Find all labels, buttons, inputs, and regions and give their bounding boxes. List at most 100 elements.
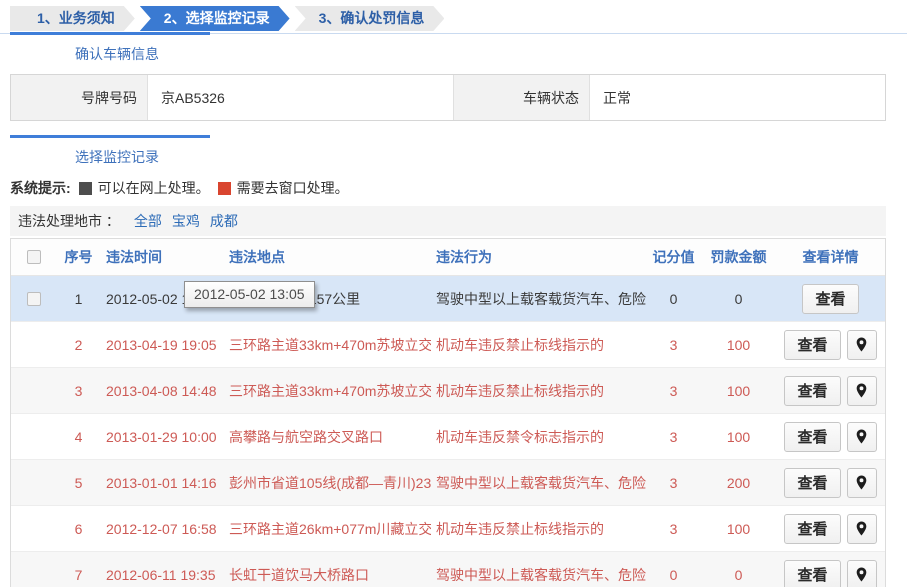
view-button[interactable]: 查看 [784,376,840,406]
cell-fine: 0 [701,291,776,307]
cell-fine: 100 [701,383,776,399]
cell-location: 三环路主道33km+470m苏坡立交... [223,335,431,355]
cell-location: 三环路主道26km+077m川藏立交... [223,519,431,539]
map-pin-icon [855,475,868,490]
table-row: 1 2012-05-02 1 2157公里 驾驶中型以上载客载货汽车、危险...… [11,276,885,322]
cell-time: 2013-01-01 14:16 [101,475,223,491]
table-row: 2 2013-04-19 19:05 三环路主道33km+470m苏坡立交...… [11,322,885,368]
header-seq: 序号 [56,247,101,267]
cell-time: 2012-12-07 16:58 [101,521,223,537]
cell-fine: 100 [701,521,776,537]
cell-time: 2012-06-11 19:35 [101,567,223,583]
map-pin-icon [855,383,868,398]
step-2-select-records[interactable]: 2、选择监控记录 [140,6,290,31]
window-process-hint: 需要去窗口处理。 [237,178,349,198]
system-hint-row: 系统提示: 可以在网上处理。 需要去窗口处理。 [0,177,907,206]
map-pin-icon [855,337,868,352]
header-fine: 罚款金额 [701,247,776,267]
select-all-checkbox[interactable] [27,250,41,264]
table-header-row: 序号 违法时间 违法地点 违法行为 记分值 罚款金额 查看详情 [11,239,885,276]
city-filter-chengdu[interactable]: 成都 [210,211,238,231]
time-tooltip: 2012-05-02 13:05 [184,281,315,308]
cell-fine: 100 [701,337,776,353]
city-filter-label: 违法处理地市 ： [18,211,120,231]
view-button[interactable]: 查看 [802,284,858,314]
map-pin-icon [855,429,868,444]
header-time: 违法时间 [101,247,223,267]
cell-time: 2013-04-08 14:48 [101,383,223,399]
online-process-hint: 可以在网上处理。 [98,178,210,198]
cell-points: 3 [646,521,701,537]
map-pin-button[interactable] [847,560,877,587]
header-behavior: 违法行为 [431,247,646,267]
map-pin-button[interactable] [847,330,877,360]
map-pin-button[interactable] [847,422,877,452]
table-row: 3 2013-04-08 14:48 三环路主道33km+470m苏坡立交...… [11,368,885,414]
cell-points: 3 [646,429,701,445]
city-filter-bar: 违法处理地市 ： 全部 宝鸡 成都 [10,206,886,236]
city-filter-all[interactable]: 全部 [134,211,162,231]
cell-seq: 2 [56,337,101,353]
cell-fine: 100 [701,429,776,445]
cell-fine: 0 [701,567,776,583]
cell-location: 三环路主道33km+470m苏坡立交... [223,381,431,401]
cell-fine: 200 [701,475,776,491]
cell-seq: 1 [56,291,101,307]
vehicle-status-label: 车辆状态 [453,75,590,120]
view-button[interactable]: 查看 [784,468,840,498]
step-3-confirm-penalty[interactable]: 3、确认处罚信息 [295,6,445,31]
dark-square-icon [79,182,92,195]
cell-location: 彭州市省道105线(成都—青川)23k... [223,473,431,493]
step-wizard: 1、业务须知 2、选择监控记录 3、确认处罚信息 [0,0,907,34]
map-pin-button[interactable] [847,514,877,544]
map-pin-icon [855,567,868,582]
cell-behavior: 驾驶中型以上载客载货汽车、危险... [431,289,646,309]
cell-seq: 4 [56,429,101,445]
cell-location: 高攀路与航空路交叉路口 [223,427,431,447]
vehicle-info-table: 号牌号码 京AB5326 车辆状态 正常 [10,74,886,121]
cell-behavior: 驾驶中型以上载客载货汽车、危险... [431,565,646,585]
cell-time: 2013-04-19 19:05 [101,337,223,353]
header-points: 记分值 [646,247,701,267]
violations-table: 序号 违法时间 违法地点 违法行为 记分值 罚款金额 查看详情 1 2012-0… [10,238,886,587]
cell-behavior: 驾驶中型以上载客载货汽车、危险... [431,473,646,493]
cell-behavior: 机动车违反禁止标线指示的 [431,335,646,355]
view-button[interactable]: 查看 [784,514,840,544]
cell-behavior: 机动车违反禁止标线指示的 [431,381,646,401]
view-button[interactable]: 查看 [784,422,840,452]
header-location: 违法地点 [223,247,431,267]
row-checkbox[interactable] [27,292,41,306]
cell-points: 3 [646,383,701,399]
table-row: 6 2012-12-07 16:58 三环路主道26km+077m川藏立交...… [11,506,885,552]
cell-seq: 3 [56,383,101,399]
cell-time: 2013-01-29 10:00 [101,429,223,445]
cell-points: 0 [646,567,701,583]
vehicle-status-value: 正常 [590,75,885,120]
cell-seq: 5 [56,475,101,491]
table-row: 7 2012-06-11 19:35 长虹干道饮马大桥路口 驾驶中型以上载客载货… [11,552,885,587]
cell-location: 长虹干道饮马大桥路口 [223,565,431,585]
map-pin-button[interactable] [847,376,877,406]
cell-points: 0 [646,291,701,307]
map-pin-icon [855,521,868,536]
cell-seq: 7 [56,567,101,583]
view-button[interactable]: 查看 [784,330,840,360]
red-square-icon [218,182,231,195]
city-filter-baoji[interactable]: 宝鸡 [172,211,200,231]
system-hint-label: 系统提示: [10,178,71,198]
map-pin-button[interactable] [847,468,877,498]
plate-number-label: 号牌号码 [11,75,148,120]
cell-behavior: 机动车违反禁令标志指示的 [431,427,646,447]
cell-seq: 6 [56,521,101,537]
view-button[interactable]: 查看 [784,560,840,587]
plate-number-value: 京AB5326 [148,75,453,120]
header-view-detail: 查看详情 [776,247,885,267]
section-underline [10,135,210,138]
monitor-section-title: 选择监控记录 [0,138,907,177]
step-1-business-notice[interactable]: 1、业务须知 [10,6,135,31]
table-row: 5 2013-01-01 14:16 彭州市省道105线(成都—青川)23k..… [11,460,885,506]
cell-points: 3 [646,475,701,491]
section-underline [10,32,210,35]
table-row: 4 2013-01-29 10:00 高攀路与航空路交叉路口 机动车违反禁令标志… [11,414,885,460]
vehicle-section-title: 确认车辆信息 [0,35,907,74]
